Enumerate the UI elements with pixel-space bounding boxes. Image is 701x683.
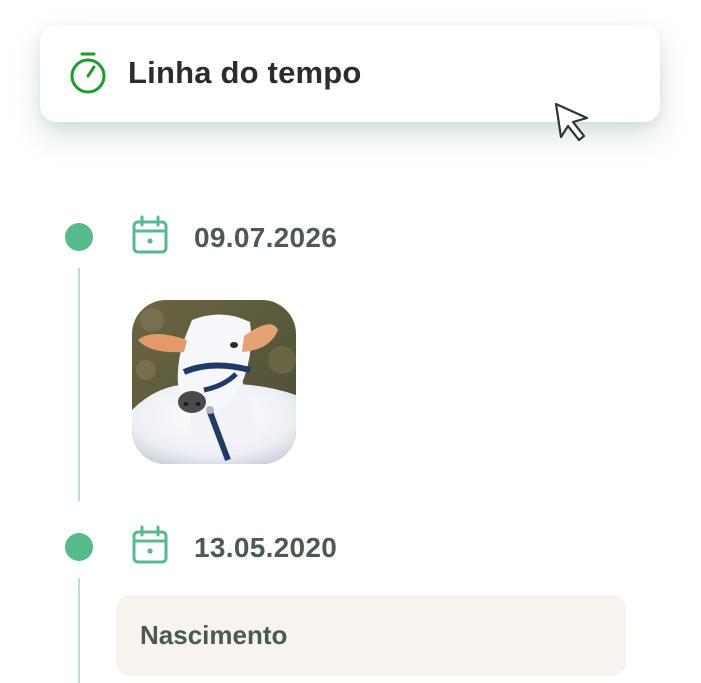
timeline-connector-line xyxy=(78,268,80,501)
timeline-dot xyxy=(65,223,93,251)
stopwatch-icon xyxy=(70,52,106,94)
mouse-cursor-icon xyxy=(554,102,589,142)
page-title: Linha do tempo xyxy=(128,55,362,90)
calendar-icon xyxy=(132,215,168,254)
event-card-birth[interactable]: Nascimento xyxy=(116,595,626,676)
calendar-icon xyxy=(132,525,168,564)
timeline-date: 13.05.2020 xyxy=(194,532,338,563)
timeline-dot xyxy=(65,533,93,561)
timeline-connector-line xyxy=(78,578,80,683)
cow-photo-image xyxy=(132,300,296,464)
timeline-date: 09.07.2026 xyxy=(194,222,338,253)
cow-photo[interactable] xyxy=(132,300,296,464)
timeline-screen: Linha do tempo 09.07.2026 13.05.2020 Nas… xyxy=(0,0,701,683)
event-label: Nascimento xyxy=(140,620,288,650)
